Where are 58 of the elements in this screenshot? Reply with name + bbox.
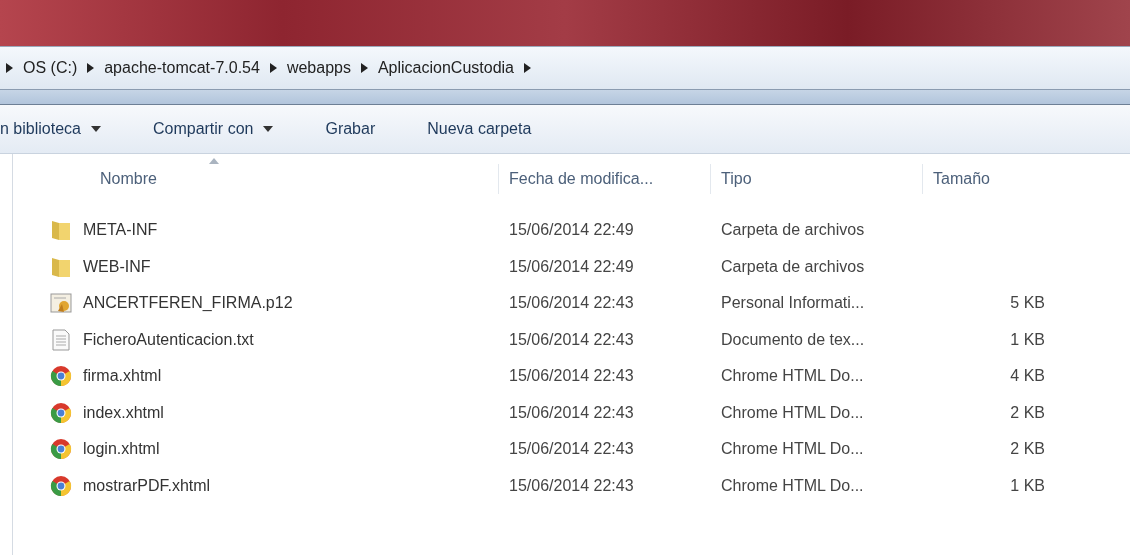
chevron-icon bbox=[87, 63, 95, 73]
type-cell-text: Personal Informati... bbox=[720, 294, 866, 313]
browser-icon bbox=[49, 400, 73, 425]
size-cell: 1 KB bbox=[1010, 330, 1045, 348]
type-cell-text: Documento de tex... bbox=[720, 330, 866, 349]
toolbar-button[interactable]: Nueva carpeta bbox=[413, 114, 546, 144]
column-header[interactable]: Tamaño bbox=[922, 164, 1067, 194]
size-cell: 4 KB bbox=[1010, 367, 1045, 385]
date-cell-text: 15/06/2014 22:43 bbox=[508, 403, 635, 422]
breadcrumb[interactable]: OS (C:) bbox=[23, 59, 78, 77]
toolbar-button[interactable]: Compartir con bbox=[138, 114, 288, 144]
type-cell-text: Chrome HTML Do... bbox=[720, 367, 865, 386]
browser-icon bbox=[49, 364, 73, 389]
size-cell: 1 KB bbox=[1010, 476, 1045, 494]
toolbar-button[interactable]: Grabar bbox=[311, 114, 390, 144]
breadcrumb[interactable]: AplicacionCustodia bbox=[377, 59, 514, 77]
chevron-icon bbox=[269, 63, 277, 73]
date-cell-text: 15/06/2014 22:43 bbox=[508, 367, 635, 386]
file-name[interactable]: FicheroAutenticacion.txt bbox=[83, 330, 254, 349]
breadcrumb[interactable]: webapps bbox=[286, 59, 351, 77]
type-cell-text: Carpeta de archivos bbox=[720, 221, 866, 240]
type-cell-text: Chrome HTML Do... bbox=[720, 440, 865, 459]
document-icon bbox=[49, 327, 73, 352]
date-cell-text: 15/06/2014 22:43 bbox=[508, 294, 635, 313]
file-name[interactable]: firma.xhtml bbox=[83, 367, 162, 386]
file-name[interactable]: WEB-INF bbox=[83, 257, 151, 276]
file-name[interactable]: ANCERTFEREN_FIRMA.p12 bbox=[83, 294, 293, 313]
browser-icon bbox=[49, 473, 73, 498]
chevron-icon bbox=[524, 63, 531, 73]
type-cell-text: Chrome HTML Do... bbox=[720, 403, 865, 422]
size-cell: 2 KB bbox=[1010, 440, 1045, 458]
file-name[interactable]: mostrarPDF.xhtml bbox=[83, 476, 211, 495]
date-cell-text: 15/06/2014 22:43 bbox=[508, 330, 635, 349]
breadcrumb[interactable]: apache-tomcat-7.0.54 bbox=[104, 59, 260, 77]
chevron-icon bbox=[6, 63, 13, 73]
column-header[interactable]: Nombre bbox=[13, 164, 498, 194]
date-cell-text: 15/06/2014 22:43 bbox=[508, 476, 635, 495]
type-cell-text: Carpeta de archivos bbox=[720, 257, 866, 276]
type-cell-text: Chrome HTML Do... bbox=[720, 476, 865, 495]
date-cell-text: 15/06/2014 22:43 bbox=[508, 440, 635, 459]
date-cell-text: 15/06/2014 22:49 bbox=[508, 221, 635, 240]
browser-icon bbox=[49, 437, 73, 462]
caret-icon bbox=[263, 126, 274, 132]
size-cell: 2 KB bbox=[1010, 403, 1045, 421]
chevron-icon bbox=[360, 63, 368, 73]
toolbar-button[interactable]: n biblioteca bbox=[0, 114, 115, 144]
file-name[interactable]: login.xhtml bbox=[83, 440, 160, 459]
file-name[interactable]: index.xhtml bbox=[83, 403, 164, 422]
size-cell: 5 KB bbox=[1010, 294, 1045, 312]
sort-arrow-icon bbox=[209, 158, 219, 164]
column-header[interactable]: Tipo bbox=[710, 164, 922, 194]
certificate-icon bbox=[49, 291, 73, 316]
date-cell-text: 15/06/2014 22:49 bbox=[508, 257, 635, 276]
column-header[interactable]: Fecha de modifica... bbox=[498, 164, 710, 194]
address-bar[interactable]: OS (C:) apache-tomcat-7.0.54 webapps AplicacionCustodia bbox=[0, 46, 1130, 90]
caret-icon bbox=[90, 126, 101, 132]
file-name[interactable]: META-INF bbox=[83, 221, 158, 240]
folder-icon bbox=[49, 218, 73, 243]
